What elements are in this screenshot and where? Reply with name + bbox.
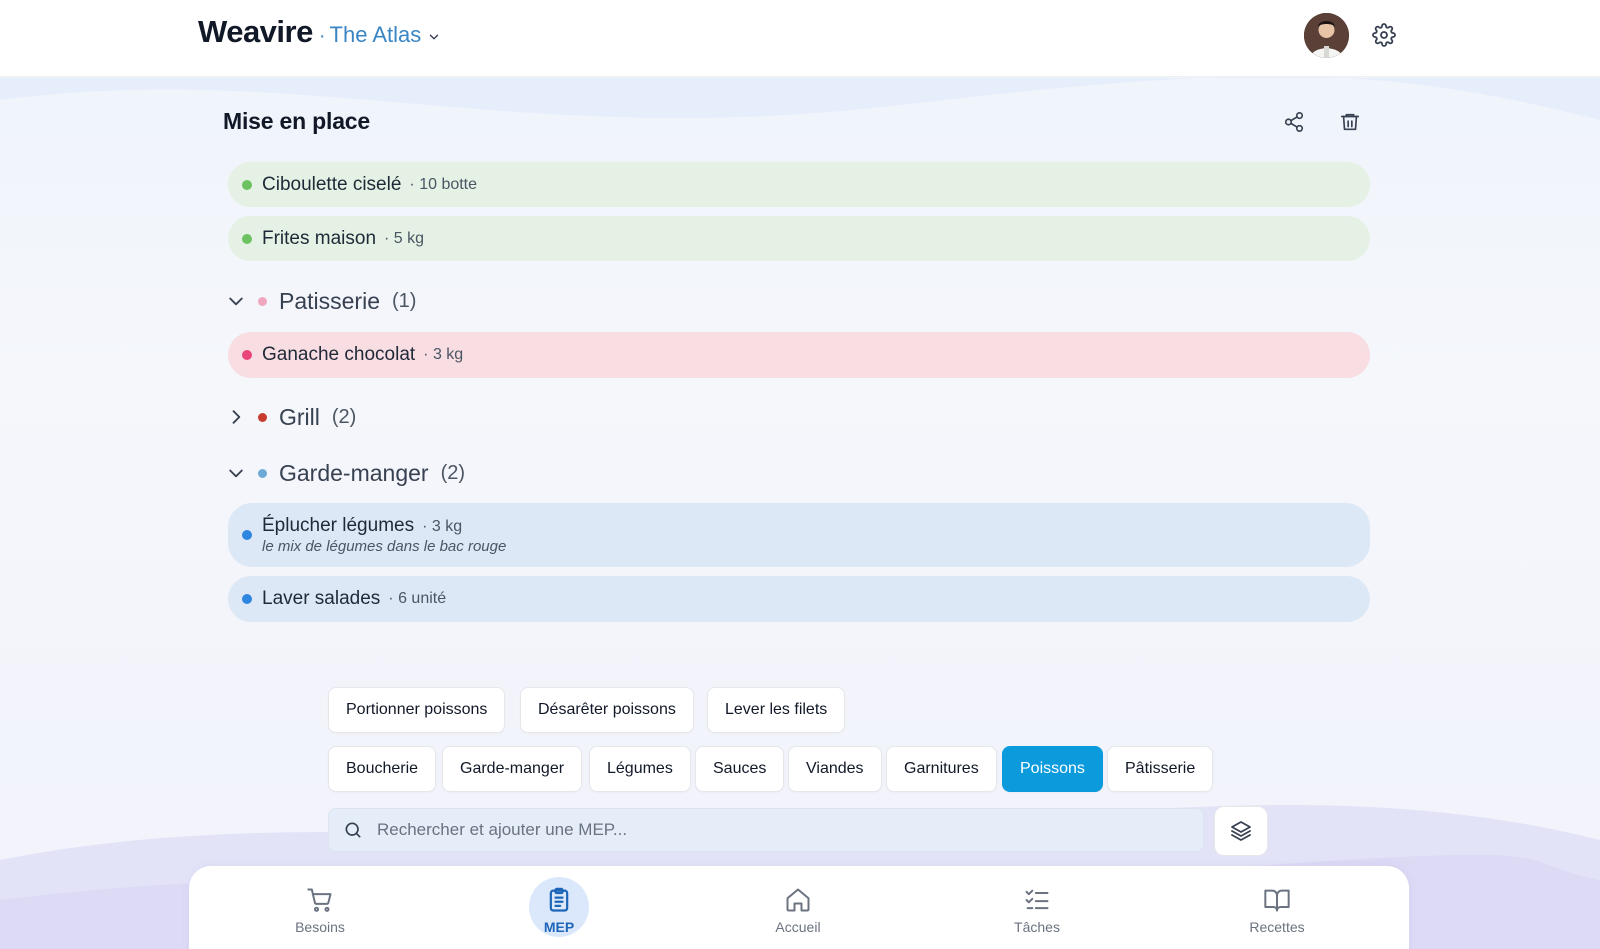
item-quantity: · 10 botte <box>409 175 478 193</box>
brand-separator: · <box>318 25 326 47</box>
category-chip-garnitures[interactable]: Garnitures <box>886 746 997 792</box>
search-bar[interactable] <box>328 808 1204 852</box>
status-dot <box>242 530 252 540</box>
nav-label: Accueil <box>775 919 821 935</box>
nav-item-recettes[interactable]: Recettes <box>1217 886 1337 935</box>
category-chip-poissons[interactable]: Poissons <box>1002 746 1103 792</box>
group-count: (2) <box>440 461 466 484</box>
chevron-down-icon[interactable] <box>226 463 246 483</box>
group-header-garde-manger[interactable]: Garde-manger (2) <box>226 458 465 488</box>
group-count: (1) <box>391 289 417 312</box>
nav-label: Recettes <box>1249 919 1305 935</box>
nav-label: Besoins <box>295 919 345 935</box>
item-note: le mix de légumes dans le bac rouge <box>262 538 507 555</box>
item-name: Frites maison <box>262 227 377 249</box>
cart-icon <box>307 888 332 912</box>
group-count: (2) <box>331 405 357 428</box>
item-quantity: · 3 kg <box>422 518 463 535</box>
share-icon[interactable] <box>1283 111 1305 133</box>
group-name: Grill <box>279 403 320 430</box>
bottom-navigation: Besoins MEP Accueil Tâches Recettes <box>189 866 1409 949</box>
chevron-right-icon[interactable] <box>226 407 246 427</box>
workspace-name: The Atlas <box>329 22 422 47</box>
category-chip-legumes[interactable]: Légumes <box>589 746 691 792</box>
status-dot <box>242 350 252 360</box>
item-text: Éplucher légumes · 3 kg le mix de légume… <box>262 515 506 555</box>
layers-button[interactable] <box>1214 806 1268 856</box>
nav-item-mep[interactable]: MEP <box>499 886 619 935</box>
gear-icon[interactable] <box>1372 23 1396 47</box>
nav-label: Tâches <box>1014 919 1060 935</box>
trash-icon[interactable] <box>1339 111 1361 133</box>
book-icon <box>1264 889 1290 912</box>
list-item[interactable]: Laver salades · 6 unité <box>228 576 1370 622</box>
suggestion-chip-portionner-poissons[interactable]: Portionner poissons <box>328 687 506 733</box>
category-chip-patisserie[interactable]: Pâtisserie <box>1107 746 1214 792</box>
nav-label: MEP <box>543 919 575 935</box>
group-dot <box>258 468 267 478</box>
status-dot <box>242 179 252 190</box>
item-quantity: · 6 unité <box>388 590 447 607</box>
avatar[interactable] <box>1304 13 1349 58</box>
group-name: Garde-manger <box>279 459 429 486</box>
search-input[interactable] <box>377 820 1157 840</box>
checklist-icon <box>1025 889 1049 910</box>
list-item[interactable]: Éplucher légumes · 3 kg le mix de légume… <box>228 503 1370 567</box>
list-item[interactable]: Frites maison · 5 kg <box>228 216 1370 261</box>
group-header-patisserie[interactable]: Patisserie (1) <box>226 286 416 316</box>
item-name: Laver salades <box>262 588 381 609</box>
page-header: Mise en place <box>223 108 1363 140</box>
chevron-down-icon[interactable] <box>226 291 246 311</box>
item-name: Ciboulette ciselé <box>262 173 402 195</box>
group-dot <box>258 412 267 422</box>
list-item[interactable]: Ganache chocolat · 3 kg <box>228 332 1370 378</box>
suggestion-chip-desareter-poissons[interactable]: Désarêter poissons <box>520 687 694 733</box>
nav-item-taches[interactable]: Tâches <box>977 886 1097 935</box>
nav-item-accueil[interactable]: Accueil <box>738 886 858 935</box>
category-chip-garde-manger[interactable]: Garde-manger <box>442 746 583 792</box>
brand-name: Weavire <box>198 14 313 49</box>
item-quantity: · 3 kg <box>423 346 464 363</box>
status-dot <box>242 233 252 244</box>
category-chip-viandes[interactable]: Viandes <box>788 746 882 792</box>
category-chip-sauces[interactable]: Sauces <box>695 746 785 792</box>
brand[interactable]: Weavire · The Atlas <box>198 14 441 50</box>
item-name: Ganache chocolat <box>262 344 416 365</box>
group-dot <box>258 296 267 306</box>
home-icon <box>786 888 810 912</box>
category-chip-boucherie[interactable]: Boucherie <box>328 746 437 792</box>
suggestion-chip-lever-les-filets[interactable]: Lever les filets <box>707 687 846 733</box>
list-item[interactable]: Ciboulette ciselé · 10 botte <box>228 162 1370 207</box>
clipboard-icon <box>549 887 569 912</box>
search-icon <box>345 822 361 838</box>
group-name: Patisserie <box>279 287 380 314</box>
nav-item-besoins[interactable]: Besoins <box>260 886 380 935</box>
chevron-down-icon[interactable] <box>427 30 441 44</box>
page-title: Mise en place <box>223 108 370 134</box>
status-dot <box>242 594 252 604</box>
top-bar: Weavire · The Atlas <box>0 0 1600 77</box>
item-quantity: · 5 kg <box>384 229 425 247</box>
layers-icon <box>1231 821 1251 841</box>
item-name: Éplucher légumes <box>262 515 415 536</box>
group-header-grill[interactable]: Grill (2) <box>226 402 356 432</box>
